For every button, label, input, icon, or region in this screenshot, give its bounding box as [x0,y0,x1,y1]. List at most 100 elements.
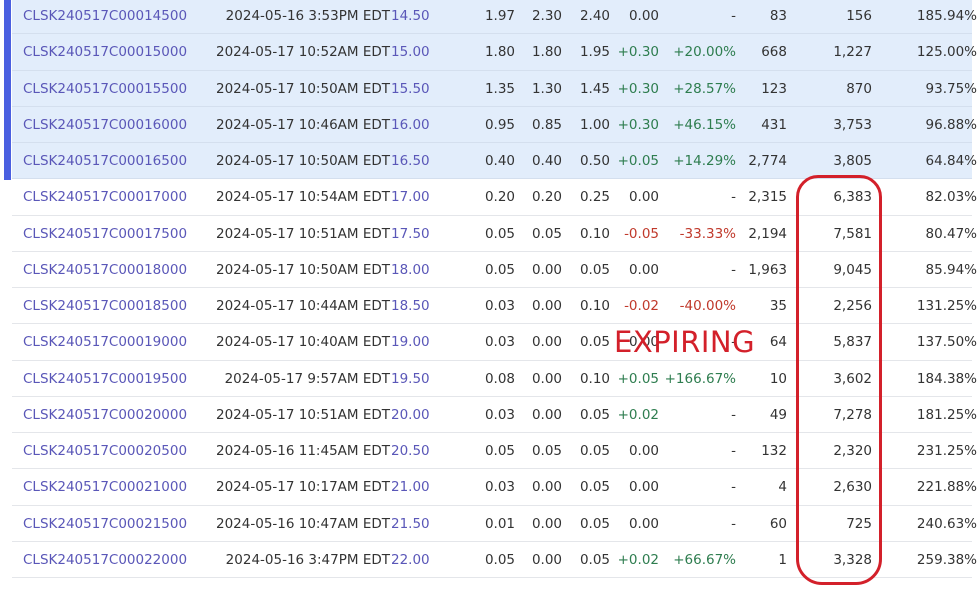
last-price: 1.80 [484,44,515,61]
last-trade-date: 2024-05-17 10:50AM EDT [216,153,390,169]
contract-symbol-link[interactable]: CLSK240517C00017000 [23,179,187,215]
contract-symbol-link[interactable]: CLSK240517C00016000 [23,107,187,143]
bid: 0.20 [531,189,562,206]
strike-link[interactable]: 18.50 [391,288,430,324]
last-price: 0.01 [484,515,515,532]
strike-link[interactable]: 17.50 [391,216,430,252]
volume: 64 [769,334,787,351]
implied-volatility: 231.25% [916,443,977,459]
strike-link[interactable]: 15.00 [391,34,430,70]
ask: 1.95 [579,44,610,61]
bid: 0.00 [531,334,562,351]
last-price: 0.03 [484,298,515,314]
implied-volatility: 137.50% [916,334,977,351]
strike-link[interactable]: 19.00 [391,324,430,360]
contract-symbol-link[interactable]: CLSK240517C00019500 [23,361,187,397]
contract-symbol-link[interactable]: CLSK240517C00015000 [23,34,187,70]
strike-link[interactable]: 21.50 [391,506,430,542]
bid: 1.80 [531,44,562,61]
contract-symbol-link[interactable]: CLSK240517C00021000 [23,469,187,505]
contract-symbol-link[interactable]: CLSK240517C00014500 [23,0,187,34]
open-interest: 3,753 [833,116,872,133]
contract-symbol-link[interactable]: CLSK240517C00018500 [23,288,187,324]
contract-symbol-link[interactable]: CLSK240517C00021500 [23,506,187,542]
percent-change: - [731,8,736,24]
implied-volatility: 82.03% [925,189,977,206]
change: +0.05 [617,370,659,387]
strike-link[interactable]: 18.00 [391,252,430,288]
percent-change: - [731,515,736,532]
contract-symbol-link[interactable]: CLSK240517C00019000 [23,324,187,360]
last-trade-date: 2024-05-16 3:47PM EDT [225,551,390,568]
volume: 60 [769,515,787,532]
strike-link[interactable]: 17.00 [391,179,430,215]
ask: 0.05 [579,406,610,423]
last-trade-date: 2024-05-17 10:44AM EDT [216,298,390,314]
volume: 10 [769,370,787,387]
table-row: CLSK240517C00016000 2024-05-17 10:46AM ED… [12,106,977,143]
strike-link[interactable]: 21.00 [391,469,430,505]
open-interest: 1,227 [833,44,872,61]
percent-change: -33.33% [679,225,736,242]
change: 0.00 [628,443,659,459]
bid: 0.00 [531,406,562,423]
bid: 0.00 [531,370,562,387]
contract-symbol-link[interactable]: CLSK240517C00018000 [23,252,187,288]
percent-change: - [731,406,736,423]
contract-symbol-link[interactable]: CLSK240517C00015500 [23,71,187,107]
strike-link[interactable]: 16.50 [391,143,430,179]
volume: 4 [778,479,787,496]
strike-link[interactable]: 20.00 [391,397,430,433]
bid: 0.00 [531,479,562,496]
contract-symbol-link[interactable]: CLSK240517C00017500 [23,216,187,252]
implied-volatility: 80.47% [925,225,977,242]
last-price: 1.97 [484,8,515,24]
strike-link[interactable]: 16.00 [391,107,430,143]
contract-symbol-link[interactable]: CLSK240517C00020500 [23,433,187,469]
bid: 0.00 [531,261,562,278]
bid: 0.40 [531,153,562,169]
percent-change: - [731,443,736,459]
implied-volatility: 131.25% [916,298,977,314]
expiring-annotation: EXPIRING [614,325,756,359]
open-interest-highlight-annotation [796,175,882,585]
last-price: 0.20 [484,189,515,206]
implied-volatility: 240.63% [916,515,977,532]
table-row: CLSK240517C00016500 2024-05-17 10:50AM ED… [12,143,977,180]
contract-symbol-link[interactable]: CLSK240517C00020000 [23,397,187,433]
last-trade-date: 2024-05-17 10:50AM EDT [216,261,390,278]
strike-link[interactable]: 19.50 [391,361,430,397]
strike-link[interactable]: 20.50 [391,433,430,469]
volume: 132 [761,443,787,459]
ask: 0.05 [579,443,610,459]
strike-link[interactable]: 22.00 [391,542,430,578]
change: 0.00 [628,261,659,278]
contract-symbol-link[interactable]: CLSK240517C00016500 [23,143,187,179]
ask: 0.05 [579,479,610,496]
last-trade-date: 2024-05-17 10:50AM EDT [216,80,390,97]
volume: 2,774 [748,153,787,169]
change: +0.02 [617,551,659,568]
contract-symbol-link[interactable]: CLSK240517C00022000 [23,542,187,578]
bid: 0.00 [531,551,562,568]
percent-change: - [731,189,736,206]
bid: 0.00 [531,515,562,532]
last-price: 1.35 [484,80,515,97]
percent-change: +66.67% [673,551,736,568]
last-trade-date: 2024-05-17 10:17AM EDT [216,479,390,496]
implied-volatility: 93.75% [925,80,977,97]
strike-link[interactable]: 14.50 [391,0,430,34]
last-price: 0.03 [484,334,515,351]
strike-link[interactable]: 15.50 [391,71,430,107]
last-price: 0.05 [484,225,515,242]
last-price: 0.05 [484,551,515,568]
ask: 0.10 [579,370,610,387]
ask: 1.45 [579,80,610,97]
bid: 2.30 [531,8,562,24]
volume: 2,315 [748,189,787,206]
table-row: CLSK240517C00015000 2024-05-17 10:52AM ED… [12,34,977,71]
implied-volatility: 221.88% [916,479,977,496]
table-row: CLSK240517C00015500 2024-05-17 10:50AM ED… [12,70,977,107]
volume: 83 [769,8,787,24]
change: +0.02 [617,406,659,423]
